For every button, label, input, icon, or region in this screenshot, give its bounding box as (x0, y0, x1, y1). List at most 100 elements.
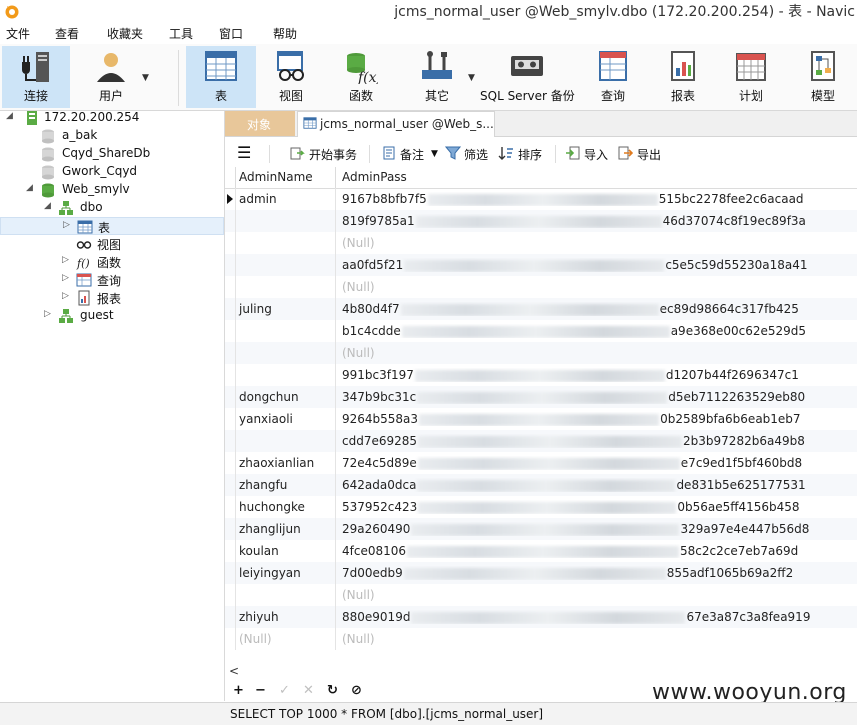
horizontal-scroll-left-arrow[interactable]: < (229, 664, 239, 678)
expand-icon[interactable]: ▷ (62, 273, 69, 283)
cell-adminpass[interactable]: 819f9785a1 46d37074c8f19ec89f3a (342, 214, 852, 228)
cell-adminpass[interactable]: 9167b8bfb7f5 515bc2278fee2c6acaad (342, 192, 852, 206)
tree-database-node[interactable]: a_bak (0, 127, 224, 145)
cell-adminname[interactable]: huchongke (239, 500, 305, 514)
cell-adminpass[interactable]: 880e9019d 67e3a87c3a8fea919 (342, 610, 852, 624)
table-row[interactable]: zhanglijun 29a260490 329a97e4e447b56d8 (225, 518, 857, 540)
model-button[interactable]: 模型 (794, 46, 852, 108)
expand-icon[interactable]: ▷ (63, 220, 70, 230)
memo-dropdown-icon[interactable]: ▼ (431, 149, 438, 159)
expand-icon[interactable]: ▷ (62, 255, 69, 265)
data-grid[interactable]: AdminName AdminPass admin 9167b8bfb7f5 515… (225, 167, 857, 657)
cell-adminname[interactable]: koulan (239, 544, 279, 558)
cell-adminname[interactable]: zhaoxianlian (239, 456, 314, 470)
table-row[interactable]: b1c4cdde a9e368e00c62e529d5 (225, 320, 857, 342)
collapse-icon[interactable]: ◢ (6, 111, 13, 121)
table-row[interactable]: leiyingyan 7d00edb9 855adf1065b69a2ff2 (225, 562, 857, 584)
delete-record-icon[interactable]: − (255, 683, 266, 698)
tab-objects[interactable]: 对象 (225, 111, 295, 136)
expand-icon[interactable]: ▷ (44, 309, 51, 319)
hamburger-menu-icon[interactable]: ☰ (237, 143, 251, 162)
cell-adminname[interactable]: zhanglijun (239, 522, 301, 536)
menu-favorites[interactable]: 收藏夹 (107, 25, 143, 42)
tree-functions-node[interactable]: ▷ f() 函数 (0, 253, 224, 271)
cell-adminname[interactable]: zhangfu (239, 478, 287, 492)
stop-icon[interactable]: ⊘ (351, 683, 362, 698)
cell-adminname[interactable]: yanxiaoli (239, 412, 293, 426)
refresh-icon[interactable]: ↻ (327, 683, 338, 698)
tree-server-node[interactable]: ◢ 172.20.200.254 (0, 109, 224, 127)
add-record-icon[interactable]: + (233, 683, 244, 698)
table-row[interactable]: 819f9785a1 46d37074c8f19ec89f3a (225, 210, 857, 232)
cell-adminpass[interactable]: (Null) (342, 280, 852, 294)
discard-changes-icon[interactable]: ✕ (303, 683, 314, 698)
cell-adminpass[interactable]: (Null) (342, 236, 852, 250)
cell-adminpass[interactable]: b1c4cdde a9e368e00c62e529d5 (342, 324, 852, 338)
menu-tools[interactable]: 工具 (169, 25, 193, 42)
cell-adminpass[interactable]: 537952c423 0b56ae5ff4156b458 (342, 500, 852, 514)
cell-adminpass[interactable]: 642ada0dca de831b5e625177531 (342, 478, 852, 492)
sort-button[interactable]: 排序 (518, 146, 542, 163)
cell-adminpass[interactable]: 4b80d4f7 ec89d98664c317fb425 (342, 302, 852, 316)
menu-window[interactable]: 窗口 (219, 25, 243, 42)
cell-adminname[interactable]: dongchun (239, 390, 299, 404)
table-row[interactable]: dongchun 347b9bc31c d5eb7112263529eb80 (225, 386, 857, 408)
other-button[interactable]: 其它 (408, 46, 466, 108)
tree-queries-node[interactable]: ▷ 查询 (0, 271, 224, 289)
table-row[interactable]: admin 9167b8bfb7f5 515bc2278fee2c6acaad (225, 188, 857, 210)
cell-adminname[interactable]: zhiyuh (239, 610, 279, 624)
table-row[interactable]: aa0fd5f21 c5e5c59d55230a18a41 (225, 254, 857, 276)
table-row[interactable]: cdd7e69285 2b3b97282b6a49b8 (225, 430, 857, 452)
tree-views-node[interactable]: 视图 (0, 235, 224, 253)
view-button[interactable]: 视图 (262, 46, 320, 108)
export-button[interactable]: 导出 (637, 146, 661, 163)
cell-adminpass[interactable]: 29a260490 329a97e4e447b56d8 (342, 522, 852, 536)
cell-adminname[interactable]: (Null) (239, 632, 272, 646)
column-header-adminname[interactable]: AdminName (239, 170, 313, 184)
tree-tables-node[interactable]: ▷ 表 (0, 217, 224, 235)
tree-database-node-open[interactable]: ◢ Web_smylv (0, 181, 224, 199)
begin-transaction-button[interactable]: 开始事务 (309, 146, 357, 163)
user-dropdown[interactable]: ▼ (140, 46, 152, 108)
expand-icon[interactable]: ▷ (62, 291, 69, 301)
cell-adminpass[interactable]: aa0fd5f21 c5e5c59d55230a18a41 (342, 258, 852, 272)
table-row[interactable]: (Null) (225, 342, 857, 364)
function-button[interactable]: f(x) 函数 (332, 46, 390, 108)
table-row[interactable]: juling 4b80d4f7 ec89d98664c317fb425 (225, 298, 857, 320)
table-row[interactable]: yanxiaoli 9264b558a3 0b2589bfa6b6eab1eb7 (225, 408, 857, 430)
cell-adminpass[interactable]: 991bc3f197 d1207b44f2696347c1 (342, 368, 852, 382)
table-row[interactable]: koulan 4fce08106 58c2c2ce7eb7a69d (225, 540, 857, 562)
table-row[interactable]: (Null) (225, 276, 857, 298)
user-button[interactable]: 用户 (82, 46, 140, 108)
sql-server-backup-button[interactable]: SQL Server 备份 (480, 46, 575, 108)
schedule-button[interactable]: 计划 (724, 46, 778, 108)
table-row[interactable]: zhiyuh 880e9019d 67e3a87c3a8fea919 (225, 606, 857, 628)
connect-button[interactable]: 连接 (2, 46, 70, 108)
table-button[interactable]: 表 (186, 46, 256, 108)
cell-adminpass[interactable]: 4fce08106 58c2c2ce7eb7a69d (342, 544, 852, 558)
cell-adminname[interactable]: leiyingyan (239, 566, 301, 580)
tree-reports-node[interactable]: ▷ 报表 (0, 289, 224, 307)
other-dropdown[interactable]: ▼ (466, 46, 478, 108)
menu-help[interactable]: 帮助 (273, 25, 297, 42)
table-row[interactable]: (Null) (225, 584, 857, 606)
report-button[interactable]: 报表 (656, 46, 710, 108)
cell-adminpass[interactable]: (Null) (342, 346, 852, 360)
cell-adminpass[interactable]: 9264b558a3 0b2589bfa6b6eab1eb7 (342, 412, 852, 426)
tree-database-node[interactable]: Gwork_Cqyd (0, 163, 224, 181)
table-row[interactable]: zhangfu 642ada0dca de831b5e625177531 (225, 474, 857, 496)
tree-schema-node[interactable]: ◢ dbo (0, 199, 224, 217)
import-button[interactable]: 导入 (584, 146, 608, 163)
column-header-adminpass[interactable]: AdminPass (342, 170, 407, 184)
collapse-icon[interactable]: ◢ (44, 201, 51, 211)
cell-adminpass[interactable]: 347b9bc31c d5eb7112263529eb80 (342, 390, 852, 404)
collapse-icon[interactable]: ◢ (26, 183, 33, 193)
table-row[interactable]: 991bc3f197 d1207b44f2696347c1 (225, 364, 857, 386)
query-button[interactable]: 查询 (586, 46, 640, 108)
cell-adminname[interactable]: juling (239, 302, 272, 316)
table-row[interactable]: (Null) (Null) (225, 628, 857, 650)
table-row[interactable]: (Null) (225, 232, 857, 254)
cell-adminname[interactable]: admin (239, 192, 277, 206)
tree-schema-node[interactable]: ▷ guest (0, 307, 224, 325)
tree-database-node[interactable]: Cqyd_ShareDb (0, 145, 224, 163)
